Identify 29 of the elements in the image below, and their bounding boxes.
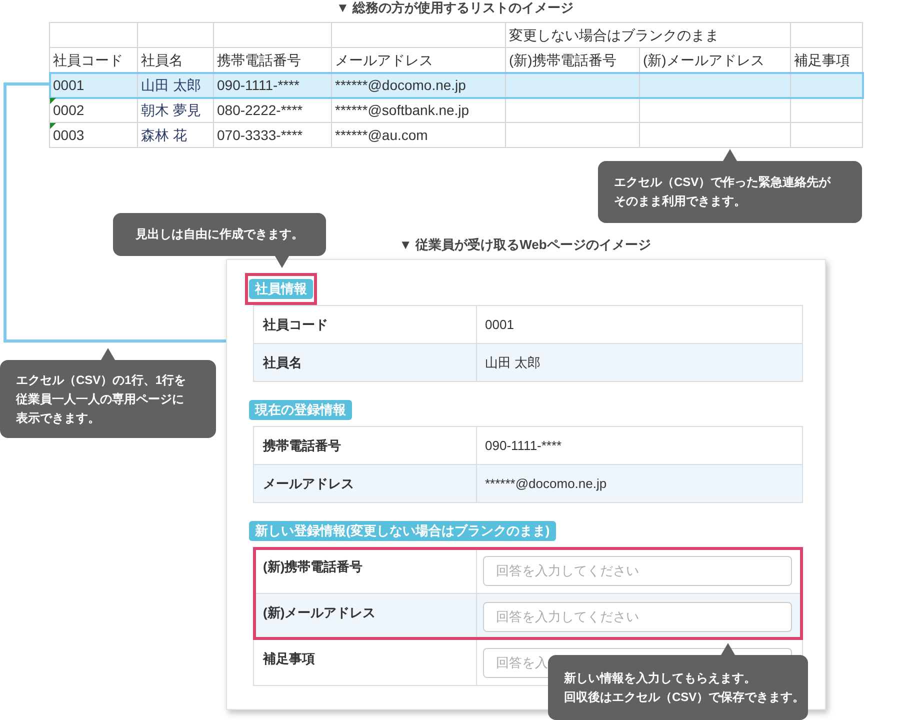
callout-text: 従業員一人一人の専用ページに (16, 390, 184, 408)
list-title: ▼ 総務の方が使用するリストのイメージ (336, 0, 574, 15)
callout-text: 新しい情報を入力してもらえます。 (564, 670, 756, 686)
callout-text: そのまま利用できます。 (614, 193, 746, 210)
callout-text: 表示できます。 (16, 410, 100, 426)
field-value: ******@docomo.ne.jp (485, 474, 607, 493)
callout-text: 回収後はエクセル（CSV）で保存できます。 (564, 688, 805, 706)
section-heading: 現在の登録情報 (249, 400, 352, 420)
table-cell: ******@au.com (332, 122, 506, 148)
table-cell: 森林 花 (138, 122, 214, 148)
callout-text: エクセル（CSV）で作った緊急連絡先が (614, 174, 831, 191)
field-value: 090-1111-**** (485, 436, 562, 455)
field-label: 社員名 (254, 344, 477, 381)
answer-field[interactable]: 回答を入力してください (483, 556, 792, 586)
table-cell: 070-3333-**** (214, 122, 332, 148)
field-label: (新)メールアドレス (254, 594, 477, 639)
field-value: 0001 (485, 316, 514, 334)
table-cell: 変更しない場合はブランクのまま (506, 22, 790, 48)
page-title: ▼ 従業員が受け取るWebページのイメージ (399, 237, 651, 252)
empty-cell (790, 22, 862, 48)
section-heading: 新しい登録情報(変更しない場合はブランクのまま) (249, 521, 556, 541)
field-label: 補足事項 (254, 640, 477, 685)
callout-text: 見出しは自由に作成できます。 (136, 226, 304, 243)
answer-field[interactable]: 回答を入力してください (483, 602, 792, 632)
field-label: メールアドレス (254, 465, 477, 502)
field-value: 山田 太郎 (485, 354, 541, 372)
section-heading: 社員情報 (249, 279, 313, 299)
callout-text: エクセル（CSV）の1行、1行を (16, 372, 186, 388)
table-cell: 0003 (50, 122, 138, 148)
